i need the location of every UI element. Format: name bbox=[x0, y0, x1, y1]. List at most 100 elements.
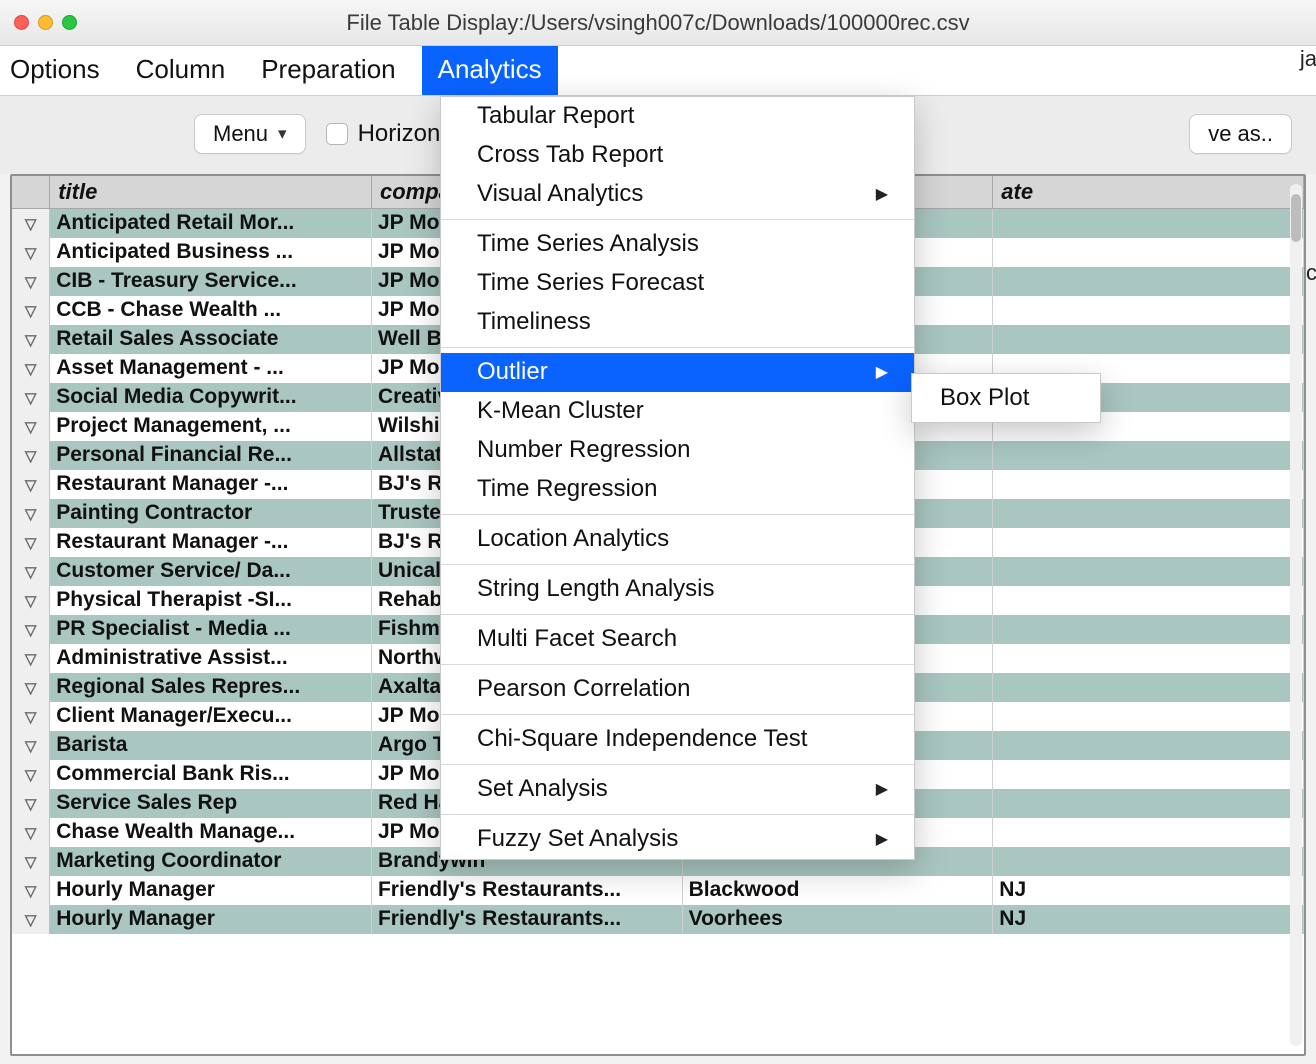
table-row[interactable]: ▽Hourly ManagerFriendly's Restaurants...… bbox=[12, 876, 1304, 905]
menubar-item-column[interactable]: Column bbox=[126, 46, 252, 95]
row-gutter[interactable]: ▽ bbox=[12, 209, 50, 239]
triangle-icon: ▽ bbox=[25, 766, 37, 784]
menu-separator bbox=[441, 514, 914, 515]
row-gutter[interactable]: ▽ bbox=[12, 325, 50, 354]
row-gutter[interactable]: ▽ bbox=[12, 731, 50, 760]
triangle-icon: ▽ bbox=[25, 679, 37, 697]
analytics-menu[interactable]: Box Plot Tabular ReportCross Tab ReportV… bbox=[440, 96, 915, 860]
menu-item-timeliness[interactable]: Timeliness bbox=[441, 303, 914, 342]
row-gutter[interactable]: ▽ bbox=[12, 296, 50, 325]
window-title: File Table Display:/Users/vsingh007c/Dow… bbox=[346, 10, 969, 36]
row-gutter[interactable]: ▽ bbox=[12, 470, 50, 499]
menu-item-fuzzy-set-analysis[interactable]: Fuzzy Set Analysis▶ bbox=[441, 820, 914, 859]
close-icon[interactable] bbox=[14, 15, 29, 30]
row-gutter[interactable]: ▽ bbox=[12, 267, 50, 296]
triangle-icon: ▽ bbox=[25, 389, 37, 407]
menu-item-multi-facet-search[interactable]: Multi Facet Search bbox=[441, 620, 914, 659]
cell-state bbox=[993, 499, 1304, 528]
cell-title: Project Management, ... bbox=[50, 412, 372, 441]
triangle-icon: ▽ bbox=[25, 215, 37, 233]
menu-item-pearson-correlation[interactable]: Pearson Correlation bbox=[441, 670, 914, 709]
cell-state bbox=[993, 209, 1304, 239]
triangle-icon: ▽ bbox=[25, 418, 37, 436]
row-gutter[interactable]: ▽ bbox=[12, 760, 50, 789]
horizontal-checkbox[interactable]: Horizon bbox=[326, 120, 441, 148]
menu-separator bbox=[441, 764, 914, 765]
cell-title: PR Specialist - Media ... bbox=[50, 615, 372, 644]
row-gutter[interactable]: ▽ bbox=[12, 702, 50, 731]
chevron-right-icon: ▶ bbox=[876, 362, 888, 382]
menu-item-cross-tab-report[interactable]: Cross Tab Report bbox=[441, 136, 914, 175]
triangle-icon: ▽ bbox=[25, 882, 37, 900]
menu-button[interactable]: Menu ▾ bbox=[194, 114, 306, 154]
row-gutter[interactable]: ▽ bbox=[12, 905, 50, 934]
triangle-icon: ▽ bbox=[25, 737, 37, 755]
triangle-icon: ▽ bbox=[25, 853, 37, 871]
titlebar: File Table Display:/Users/vsingh007c/Dow… bbox=[0, 0, 1316, 46]
cell-state bbox=[993, 296, 1304, 325]
menubar-item-analytics[interactable]: Analytics bbox=[422, 46, 558, 95]
menubar: OptionsColumnPreparationAnalytics bbox=[0, 46, 1316, 96]
cell-title: Hourly Manager bbox=[50, 876, 372, 905]
cell-state bbox=[993, 470, 1304, 499]
menu-item-label: Multi Facet Search bbox=[477, 625, 677, 653]
menu-item-number-regression[interactable]: Number Regression bbox=[441, 431, 914, 470]
row-gutter[interactable]: ▽ bbox=[12, 644, 50, 673]
scrollbar-thumb[interactable] bbox=[1291, 194, 1301, 242]
menu-item-time-series-analysis[interactable]: Time Series Analysis bbox=[441, 225, 914, 264]
menu-item-k-mean-cluster[interactable]: K-Mean Cluster bbox=[441, 392, 914, 431]
zoom-icon[interactable] bbox=[62, 15, 77, 30]
row-gutter[interactable]: ▽ bbox=[12, 847, 50, 876]
menu-item-time-series-forecast[interactable]: Time Series Forecast bbox=[441, 264, 914, 303]
menu-item-chi-square-independence-test[interactable]: Chi-Square Independence Test bbox=[441, 720, 914, 759]
chevron-right-icon: ▶ bbox=[876, 779, 888, 799]
triangle-icon: ▽ bbox=[25, 447, 37, 465]
menu-item-label: Set Analysis bbox=[477, 775, 608, 803]
menubar-item-options[interactable]: Options bbox=[0, 46, 126, 95]
menubar-item-preparation[interactable]: Preparation bbox=[251, 46, 421, 95]
outlier-submenu[interactable]: Box Plot bbox=[911, 373, 1101, 423]
row-gutter[interactable]: ▽ bbox=[12, 789, 50, 818]
chevron-right-icon: ▶ bbox=[876, 829, 888, 849]
menu-item-label: Pearson Correlation bbox=[477, 675, 690, 703]
row-gutter[interactable]: ▽ bbox=[12, 615, 50, 644]
menu-item-time-regression[interactable]: Time Regression bbox=[441, 470, 914, 509]
vertical-scrollbar[interactable] bbox=[1290, 184, 1302, 1046]
cell-state bbox=[993, 557, 1304, 586]
cell-title: CIB - Treasury Service... bbox=[50, 267, 372, 296]
save-as-button[interactable]: ve as.. bbox=[1189, 114, 1292, 154]
triangle-icon: ▽ bbox=[25, 824, 37, 842]
cropped-letter: ja bbox=[1300, 46, 1316, 72]
cell-state bbox=[993, 325, 1304, 354]
triangle-icon: ▽ bbox=[25, 911, 37, 929]
menu-item-string-length-analysis[interactable]: String Length Analysis bbox=[441, 570, 914, 609]
triangle-icon: ▽ bbox=[25, 505, 37, 523]
submenu-item-box-plot[interactable]: Box Plot bbox=[912, 374, 1100, 422]
column-header-state[interactable]: ate bbox=[993, 176, 1304, 209]
triangle-icon: ▽ bbox=[25, 563, 37, 581]
menu-item-tabular-report[interactable]: Tabular Report bbox=[441, 97, 914, 136]
cell-title: Regional Sales Repres... bbox=[50, 673, 372, 702]
save-as-label: ve as.. bbox=[1208, 121, 1273, 147]
cell-title: Anticipated Retail Mor... bbox=[50, 209, 372, 239]
row-gutter[interactable]: ▽ bbox=[12, 586, 50, 615]
row-gutter[interactable]: ▽ bbox=[12, 441, 50, 470]
row-gutter[interactable]: ▽ bbox=[12, 818, 50, 847]
menu-item-set-analysis[interactable]: Set Analysis ▶ bbox=[441, 770, 914, 809]
row-gutter[interactable]: ▽ bbox=[12, 876, 50, 905]
row-gutter[interactable]: ▽ bbox=[12, 499, 50, 528]
row-gutter[interactable]: ▽ bbox=[12, 673, 50, 702]
minimize-icon[interactable] bbox=[38, 15, 53, 30]
menu-item-visual-analytics[interactable]: Visual Analytics▶ bbox=[441, 175, 914, 214]
row-gutter[interactable]: ▽ bbox=[12, 354, 50, 383]
column-header-title[interactable]: title bbox=[50, 176, 372, 209]
row-gutter[interactable]: ▽ bbox=[12, 528, 50, 557]
row-gutter[interactable]: ▽ bbox=[12, 383, 50, 412]
row-gutter[interactable]: ▽ bbox=[12, 557, 50, 586]
row-gutter[interactable]: ▽ bbox=[12, 412, 50, 441]
row-gutter[interactable]: ▽ bbox=[12, 238, 50, 267]
menu-item-outlier[interactable]: Outlier▶ bbox=[441, 353, 914, 392]
menu-item-location-analytics[interactable]: Location Analytics bbox=[441, 520, 914, 559]
horizontal-label: Horizon bbox=[358, 120, 441, 148]
table-row[interactable]: ▽Hourly ManagerFriendly's Restaurants...… bbox=[12, 905, 1304, 934]
